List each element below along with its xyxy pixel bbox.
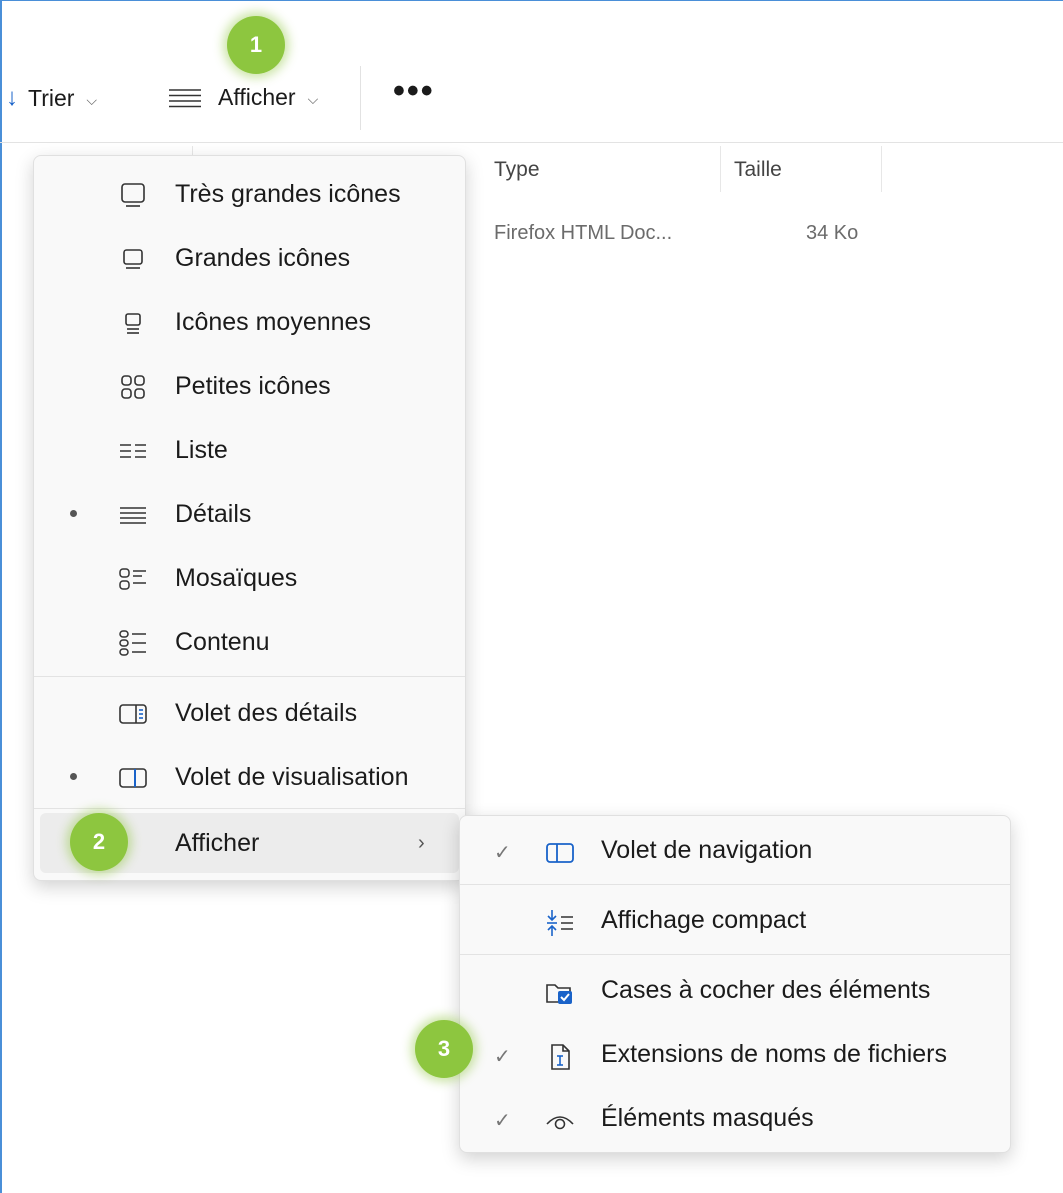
submenu-item-item-checkboxes[interactable]: Cases à cocher des éléments xyxy=(460,960,1010,1024)
submenu-item-label: Extensions de noms de fichiers xyxy=(601,1040,948,1068)
compact-view-icon xyxy=(547,910,573,936)
menu-item-label: Volet de visualisation xyxy=(175,762,409,791)
more-options-button[interactable]: ••• xyxy=(393,74,435,108)
menu-item-label: Volet des détails xyxy=(175,698,358,727)
preview-pane-icon xyxy=(119,768,147,788)
sort-label: Trier xyxy=(28,84,75,111)
menu-item-details[interactable]: Détails xyxy=(34,482,465,546)
navigation-pane-icon xyxy=(546,843,574,863)
menu-item-list[interactable]: Liste xyxy=(34,418,465,482)
menu-item-preview-pane[interactable]: Volet de visualisation xyxy=(34,745,465,809)
menu-item-content[interactable]: Contenu xyxy=(34,610,465,674)
monitor-medium-icon xyxy=(125,313,141,334)
menu-item-label: Très grandes icônes xyxy=(175,179,401,208)
sort-button[interactable]: ↓ Trier ⌵ xyxy=(6,84,97,112)
step-badge-3: 3 xyxy=(415,1020,473,1078)
content-icon xyxy=(119,630,146,656)
submenu-item-label: Cases à cocher des éléments xyxy=(601,976,931,1004)
sort-arrow-icon: ↓ xyxy=(6,84,18,111)
monitor-xl-icon xyxy=(121,183,145,207)
menu-divider xyxy=(460,954,1010,955)
menu-divider xyxy=(460,884,1010,885)
chevron-right-icon: › xyxy=(418,831,425,854)
submenu-item-label: Affichage compact xyxy=(601,906,807,934)
chevron-down-icon: ⌵ xyxy=(86,91,98,108)
monitor-large-icon xyxy=(123,249,143,269)
menu-item-medium-icons[interactable]: Icônes moyennes xyxy=(34,290,465,354)
details-pane-icon xyxy=(119,704,147,724)
menu-divider xyxy=(34,808,465,809)
view-label: Afficher xyxy=(218,84,296,110)
menu-item-label: Petites icônes xyxy=(175,371,331,400)
check-icon: ✓ xyxy=(494,1046,511,1068)
menu-item-small-icons[interactable]: Petites icônes xyxy=(34,354,465,418)
toolbar-divider xyxy=(360,66,361,130)
submenu-item-file-extensions[interactable]: ✓ Extensions de noms de fichiers xyxy=(460,1024,1010,1088)
menu-item-label: Afficher xyxy=(175,828,260,857)
file-extension-icon xyxy=(551,1044,570,1070)
submenu-item-label: Volet de navigation xyxy=(601,836,813,864)
column-header-size[interactable]: Taille xyxy=(734,158,782,182)
file-size-cell[interactable]: 34 Ko xyxy=(806,222,858,245)
column-divider xyxy=(720,146,721,192)
details-view-icon xyxy=(169,88,201,107)
details-icon xyxy=(120,507,146,524)
selected-bullet-icon xyxy=(70,773,77,780)
menu-item-label: Icônes moyennes xyxy=(175,307,371,336)
view-dropdown-menu: Très grandes icônes Grandes icônes Icône… xyxy=(33,155,466,881)
eye-icon xyxy=(546,1116,574,1130)
menu-divider xyxy=(34,676,465,677)
file-type-cell[interactable]: Firefox HTML Doc... xyxy=(494,222,672,245)
selected-bullet-icon xyxy=(70,510,77,517)
submenu-item-label: Éléments masqués xyxy=(601,1104,814,1132)
chevron-down-icon: ⌵ xyxy=(307,91,319,107)
menu-item-details-pane[interactable]: Volet des détails xyxy=(34,681,465,745)
step-badge-1: 1 xyxy=(227,16,285,74)
checkbox-folder-icon xyxy=(546,984,572,1004)
command-bar: ↓ Trier ⌵ Afficher ⌵ ••• xyxy=(0,0,1063,143)
show-submenu: ✓ Volet de navigation Affichage compact … xyxy=(459,815,1011,1153)
menu-item-label: Contenu xyxy=(175,627,270,656)
small-grid-icon xyxy=(121,375,145,399)
column-divider xyxy=(881,146,882,192)
submenu-item-compact-view[interactable]: Affichage compact xyxy=(460,890,1010,954)
menu-item-large-icons[interactable]: Grandes icônes xyxy=(34,226,465,290)
check-icon: ✓ xyxy=(494,1110,511,1132)
menu-item-label: Liste xyxy=(175,435,228,464)
check-icon: ✓ xyxy=(494,842,511,864)
view-button[interactable]: Afficher ⌵ xyxy=(168,84,318,111)
list-icon xyxy=(120,444,146,458)
column-header-type[interactable]: Type xyxy=(494,158,540,182)
tiles-icon xyxy=(119,568,146,590)
menu-item-extra-large-icons[interactable]: Très grandes icônes xyxy=(34,162,465,226)
submenu-item-navigation-pane[interactable]: ✓ Volet de navigation xyxy=(460,820,1010,884)
menu-item-label: Grandes icônes xyxy=(175,243,351,272)
menu-item-label: Mosaïques xyxy=(175,563,298,592)
menu-item-label: Détails xyxy=(175,499,252,528)
submenu-item-hidden-items[interactable]: ✓ Éléments masqués xyxy=(460,1088,1010,1152)
step-badge-2: 2 xyxy=(70,813,128,871)
menu-item-tiles[interactable]: Mosaïques xyxy=(34,546,465,610)
